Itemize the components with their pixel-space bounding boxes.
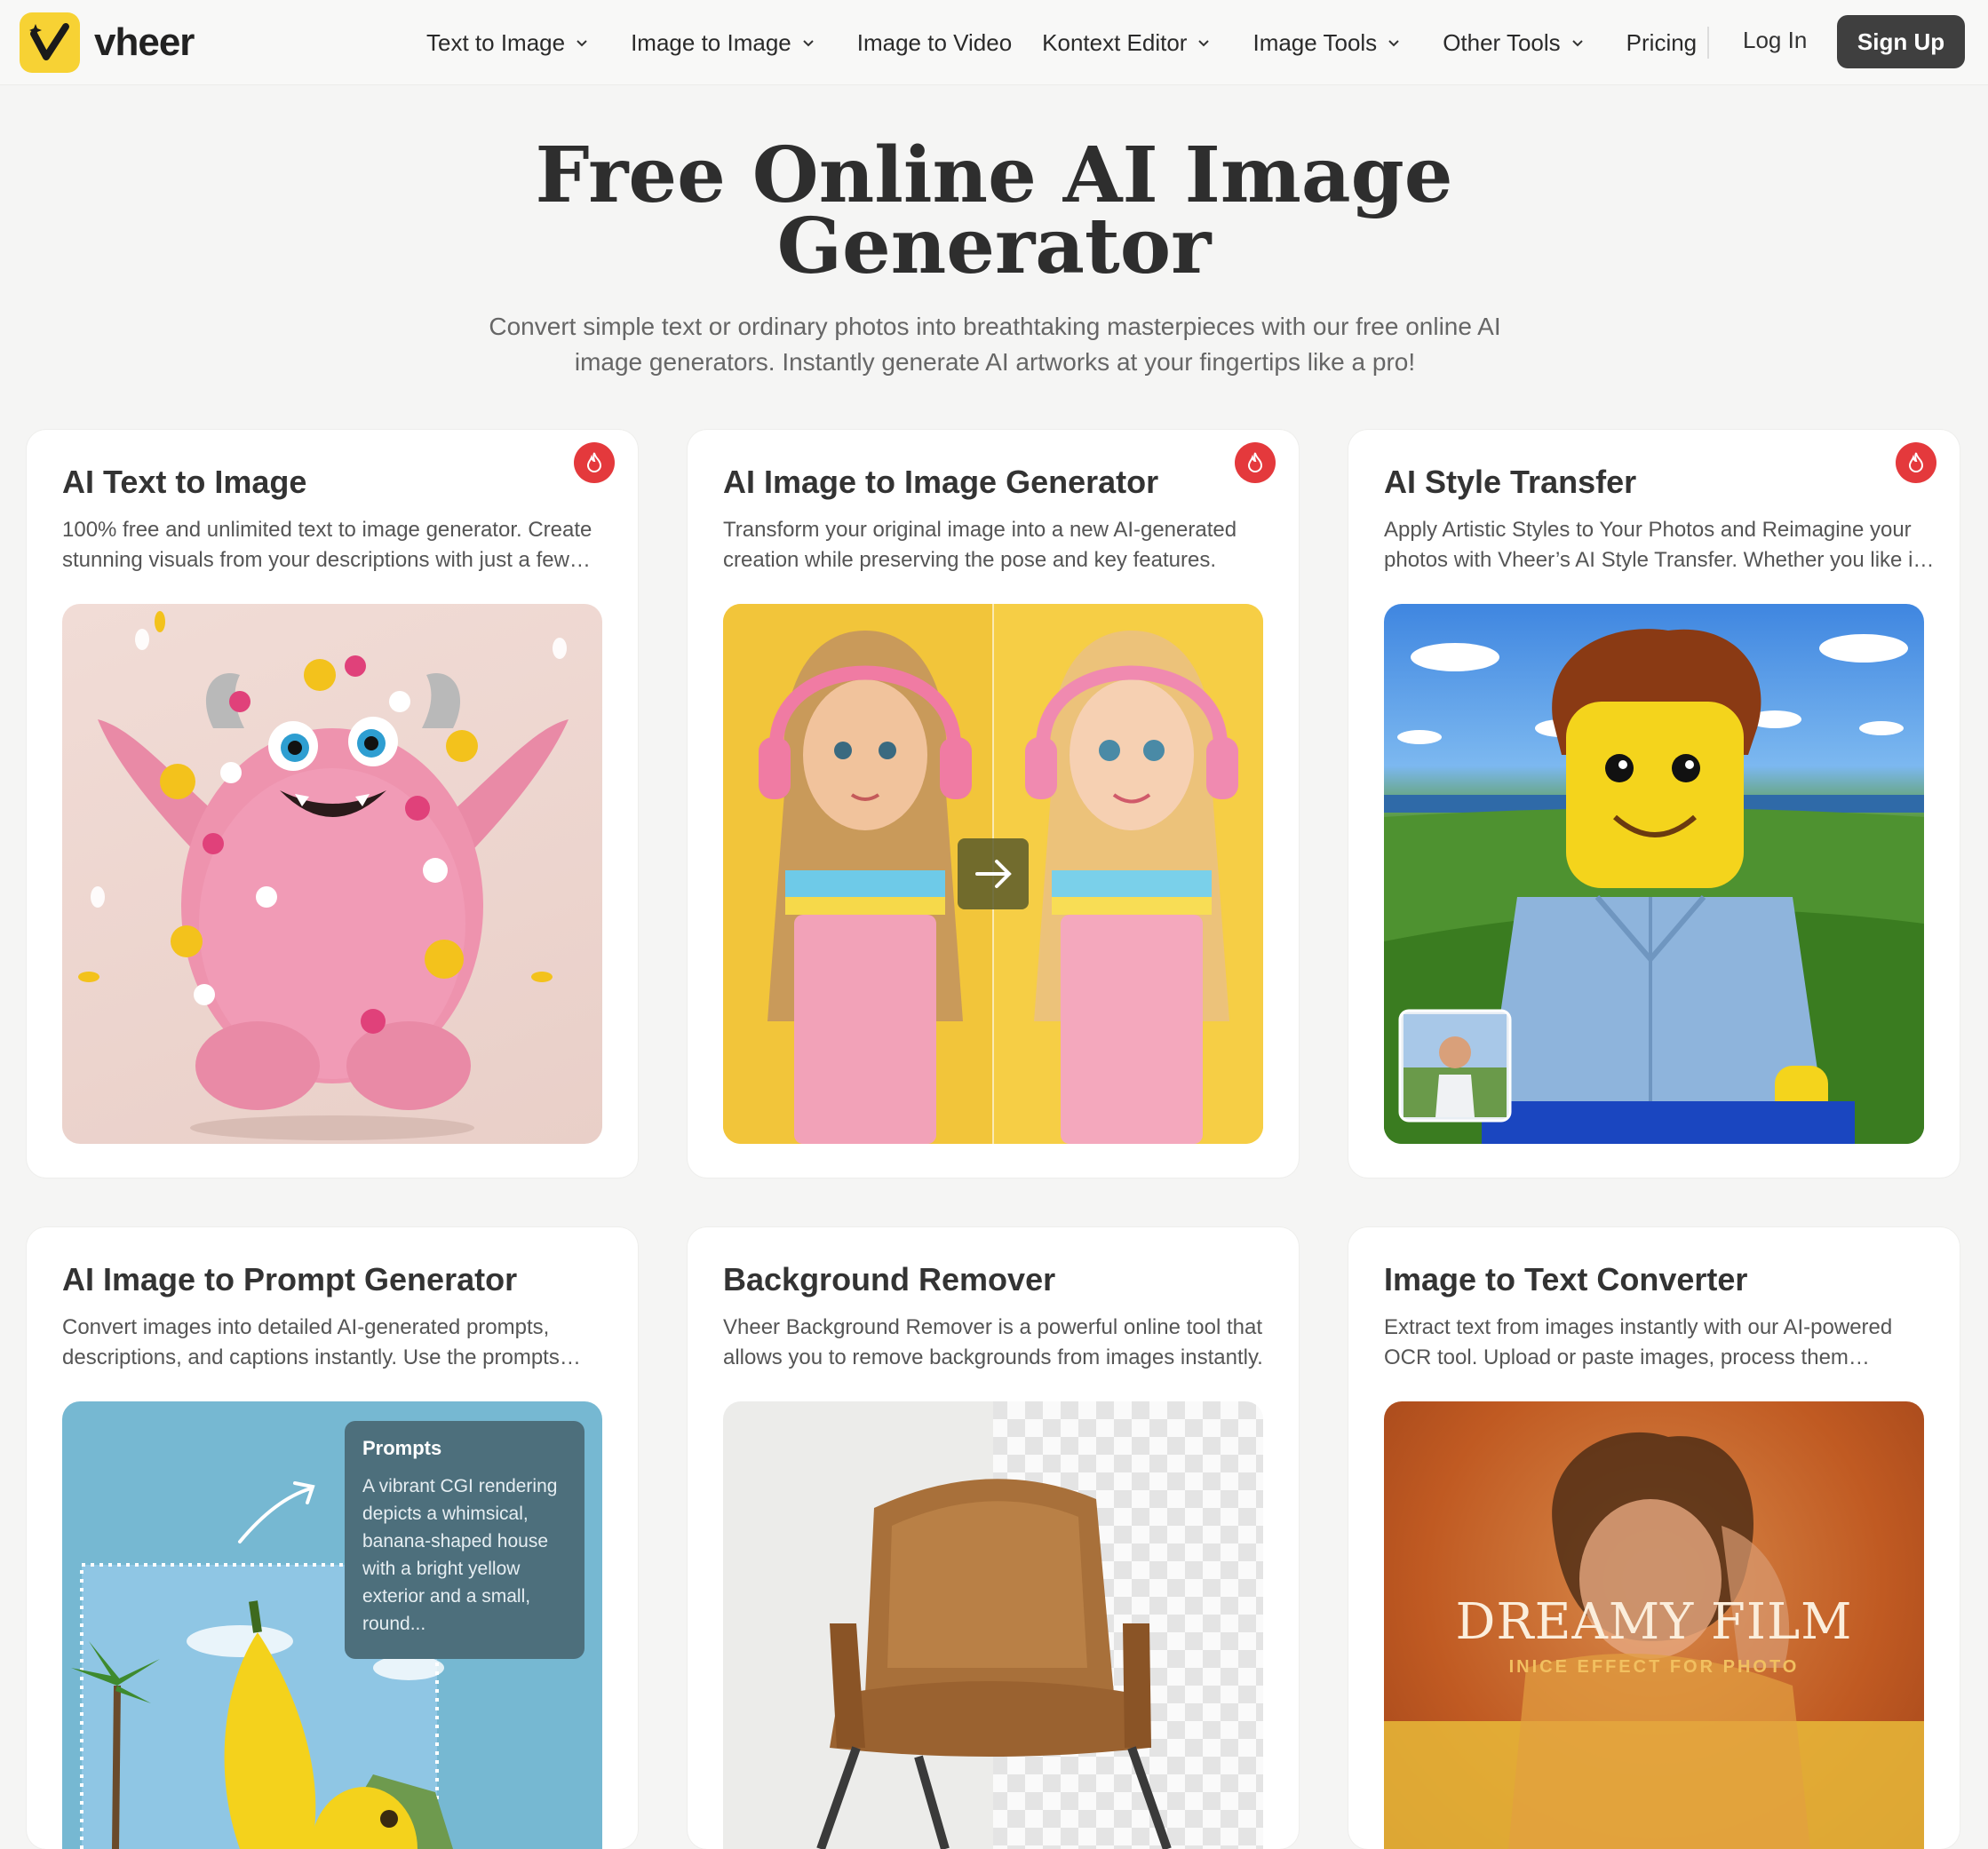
tool-card-image-to-text[interactable]: Image to Text Converter Extract text fro… <box>1348 1227 1960 1849</box>
nav-label: Pricing <box>1626 28 1698 56</box>
page-subtitle: Convert simple text or ordinary photos i… <box>489 313 1501 376</box>
nav-label: Kontext Editor <box>1042 28 1188 56</box>
card-title: AI Style Transfer <box>1384 464 1637 500</box>
chevron-down-icon <box>1388 40 1399 47</box>
dreamy-film-subtitle: INICE EFFECT FOR PHOTO <box>1508 1657 1800 1677</box>
prompt-overlay-text: A vibrant CGI rendering depicts a whimsi… <box>362 1476 558 1634</box>
card-title: Image to Text Converter <box>1384 1261 1748 1297</box>
card-description: Transform your original image into a new… <box>723 518 1237 572</box>
card-title: AI Text to Image <box>62 464 307 500</box>
chevron-down-icon <box>1571 40 1583 47</box>
main-nav: Text to Image Image to Image Image to Vi… <box>426 0 1738 85</box>
card-description: Apply Artistic Styles to Your Photos and… <box>1384 518 1920 572</box>
chevron-down-icon <box>1198 40 1210 47</box>
nav-item-other-tools[interactable]: Other Tools <box>1443 29 1585 57</box>
nav-label: Text to Image <box>426 28 566 56</box>
card-title: AI Image to Prompt Generator <box>62 1261 518 1297</box>
card-title: AI Image to Image Generator <box>723 464 1159 500</box>
page-title: Free Online AI Image Generator <box>0 131 1988 291</box>
tool-card-image-to-image[interactable]: AI Image to Image Generator Transform yo… <box>688 430 1299 1178</box>
tool-card-text-to-image[interactable]: AI Text to Image 100% free and unlimited… <box>27 430 638 1178</box>
tool-card-style-transfer[interactable]: AI Style Transfer Apply Artistic Styles … <box>1348 430 1960 1178</box>
brand-name: vheer <box>94 20 195 64</box>
girl-headphones-image <box>723 604 1263 1144</box>
chevron-down-icon <box>577 40 587 47</box>
hot-flame-icon <box>1235 442 1276 483</box>
login-link[interactable]: Log In <box>1743 27 1807 54</box>
prompt-overlay-title: Prompts <box>362 1437 442 1459</box>
nav-item-image-tools[interactable]: Image Tools <box>1252 29 1402 57</box>
tool-card-image-to-prompt[interactable]: AI Image to Prompt Generator Convert ima… <box>27 1227 638 1849</box>
nav-item-text-to-image[interactable]: Text to Image <box>426 29 590 57</box>
armchair-image <box>723 1401 1263 1849</box>
hot-flame-icon <box>574 442 615 483</box>
card-description: 100% free and unlimited text to image ge… <box>62 518 592 572</box>
card-description: Vheer Background Remover is a powerful o… <box>723 1315 1263 1369</box>
chevron-down-icon <box>803 40 814 47</box>
brand-logo[interactable]: vheer <box>20 12 195 73</box>
nav-item-image-to-image[interactable]: Image to Image <box>631 29 816 57</box>
prompt-overlay: Prompts A vibrant CGI rendering depicts … <box>345 1421 584 1659</box>
nav-item-pricing[interactable]: Pricing <box>1626 29 1697 57</box>
card-description: Extract text from images instantly with … <box>1384 1315 1893 1369</box>
card-description: Convert images into detailed AI-generate… <box>62 1315 560 1369</box>
nav-label: Image Tools <box>1252 28 1378 56</box>
signup-button[interactable]: Sign Up <box>1837 15 1965 68</box>
nav-label: Other Tools <box>1443 28 1561 56</box>
nav-item-kontext-editor[interactable]: Kontext Editor <box>1042 29 1212 57</box>
tool-card-background-remover[interactable]: Background Remover Vheer Background Remo… <box>688 1227 1299 1849</box>
dreamy-film-title: DREAMY FILM <box>1455 1593 1853 1651</box>
pink-monster-image <box>62 604 602 1144</box>
hot-flame-icon <box>1896 442 1936 483</box>
lego-man-image <box>1384 604 1924 1144</box>
nav-divider <box>1707 27 1709 59</box>
dreamy-film-image: DREAMY FILM INICE EFFECT FOR PHOTO <box>1384 1401 1924 1849</box>
vheer-logo-icon <box>20 12 80 73</box>
banana-house-image: Prompts A vibrant CGI rendering depicts … <box>62 1401 602 1849</box>
site-header: vheer Text to Image Image to Image Image… <box>0 0 1988 85</box>
page-title-line-2: Generator <box>776 202 1212 291</box>
page-title-line-1: Free Online AI Image <box>535 131 1453 220</box>
nav-item-image-to-video[interactable]: Image to Video <box>857 29 1012 57</box>
nav-label: Image to Image <box>631 28 791 56</box>
card-title: Background Remover <box>723 1261 1056 1297</box>
nav-label: Image to Video <box>856 28 1013 56</box>
